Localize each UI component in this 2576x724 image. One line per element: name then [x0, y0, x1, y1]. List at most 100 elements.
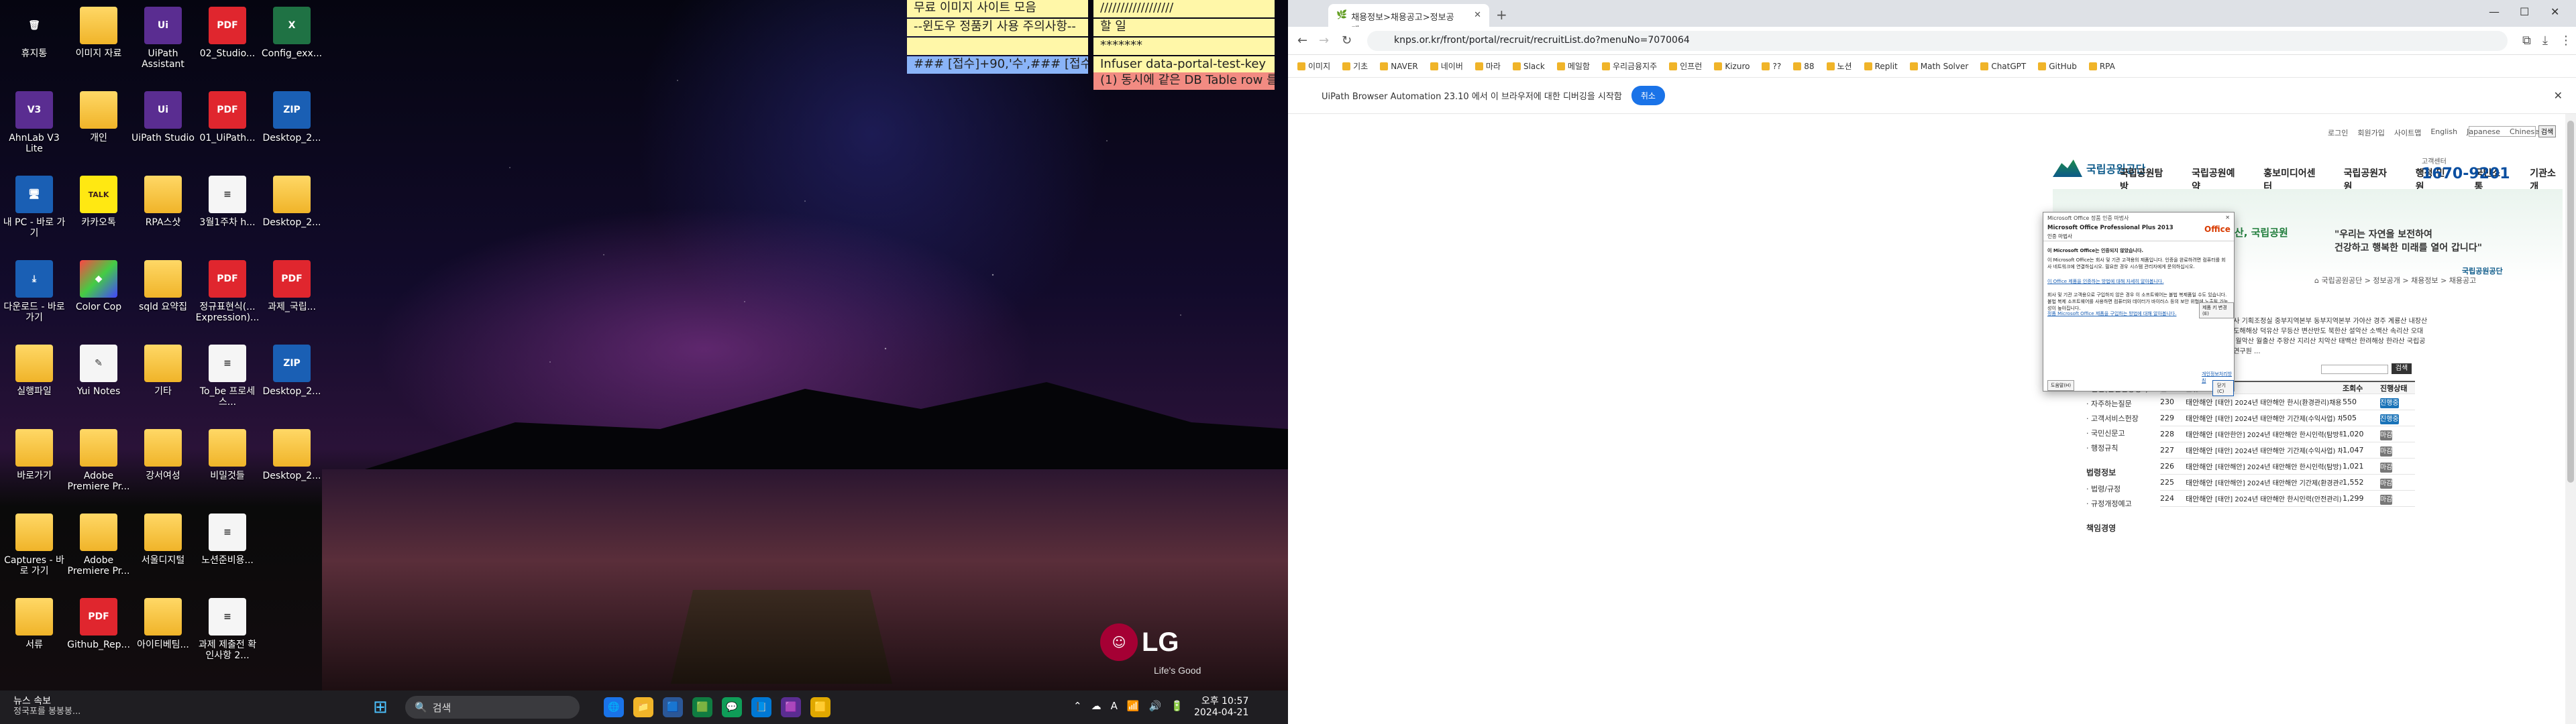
bookmark-item[interactable]: 우리금융지주 [1601, 60, 1657, 72]
minimize-button[interactable]: — [2489, 5, 2500, 18]
tray-icon[interactable]: ☁ [1091, 700, 1102, 712]
desktop-icon-folder[interactable]: 강서여성 [133, 425, 193, 504]
desktop-icon-folder[interactable]: Desktop_2... [262, 172, 322, 251]
util-link[interactable]: 로그인 [2328, 127, 2348, 138]
status-badge[interactable]: 진행중 [2380, 398, 2399, 408]
desktop-icon-uipath[interactable]: Ui UiPath Assistant [133, 3, 193, 82]
news-widget[interactable]: 뉴스 속보 정국포를 봉봉봉... [13, 696, 80, 717]
taskbar-app-icon[interactable]: 🌐 [604, 697, 624, 717]
desktop-icon-pdf[interactable]: PDF 01_UiPath... [197, 87, 258, 166]
scrollbar-thumb[interactable] [2567, 121, 2574, 483]
sticky-note[interactable]: ******* [1093, 38, 1275, 55]
tab-close-icon[interactable]: ✕ [1474, 10, 1481, 21]
sticky-note[interactable]: 할 일 [1093, 19, 1275, 36]
browser-tab[interactable]: 🌿 채용정보>채용공고>정보공개... ✕ [1328, 4, 1489, 36]
org-filter-links[interactable]: 본사 기획조정실 중부지역본부 동부지역본부 가야산 경주 계룡산 내장산 다도… [2227, 316, 2428, 357]
bookmark-item[interactable]: 88 [1793, 60, 1815, 72]
site-search-input[interactable] [2469, 126, 2536, 137]
taskbar-app-icon[interactable]: 🟩 [692, 697, 712, 717]
bookmark-item[interactable]: 메일함 [1556, 60, 1590, 72]
table-cell-title[interactable]: [태안한안] 2024년 태안해안 한시인력(탐방특보)채용 공고 [2215, 429, 2343, 439]
desktop-icon-pdf[interactable]: PDF Github_Rep... [67, 594, 130, 673]
taskbar-app-icon[interactable]: 📁 [633, 697, 653, 717]
bookmark-item[interactable]: Replit [1864, 60, 1898, 72]
taskbar-app-icon[interactable]: 🟦 [663, 697, 683, 717]
sticky-note[interactable]: --윈도우 정품키 사용 주의사항-- [907, 19, 1088, 36]
table-cell-title[interactable]: [태안] 2024년 태안해안 한시인력(안전관리) 채용 공고 [2215, 493, 2343, 503]
table-cell-title[interactable]: [태안해안] 2024년 태안해안 한시인력(탐방) 채용 공고 [2215, 461, 2343, 471]
desktop-icon-pc[interactable]: 🖥 내 PC - 바로 가기 [3, 172, 65, 251]
desktop-icon-doc[interactable]: ≡ 과제 제출전 확인사항 2... [197, 594, 258, 673]
infobar-close-icon[interactable]: ✕ [2554, 89, 2563, 102]
table-row[interactable]: 227 태안해안[태안] 2024년 태안해안 기간제(수익사업) 채용 공고1,… [2160, 442, 2415, 459]
desktop-icon-folder[interactable]: 비밀것들 [197, 425, 258, 504]
util-link[interactable]: 사이트맵 [2394, 127, 2421, 138]
sticky-note[interactable]: ### [접수]+90,'수',### [접수]+80 [907, 56, 1088, 74]
table-cell-title[interactable]: [태안] 2024년 태안해안 한시(환경관리)채용 공고 [2215, 397, 2343, 407]
bookmark-item[interactable]: 기초 [1342, 60, 1368, 72]
util-link[interactable]: English [2430, 127, 2457, 138]
desktop-icon-folder[interactable]: Adobe Premiere Pr... [68, 509, 129, 589]
clock[interactable]: 오후 10:57 2024-04-21 [1194, 696, 1248, 719]
tray-icon[interactable]: A [1111, 700, 1118, 712]
bookmark-item[interactable]: 이미지 [1297, 60, 1330, 72]
status-badge[interactable]: 마감 [2380, 495, 2393, 505]
forward-icon[interactable]: → [1319, 34, 1329, 48]
dialog-close-button[interactable]: 닫기(C) [2212, 380, 2234, 396]
close-window-button[interactable]: ✕ [2551, 5, 2559, 18]
taskbar-search[interactable]: 🔍 검색 [405, 696, 580, 719]
desktop-icon-folder[interactable]: 기타 [133, 341, 193, 420]
desktop-icon-doc[interactable]: ≡ 노션준비용... [197, 509, 258, 589]
desktop-icon-folder[interactable]: 이미지 자료 [68, 3, 129, 82]
dialog-link-activate[interactable]: 이 Office 제품을 인증하는 방법에 대해 자세히 알아봅니다. [2047, 278, 2230, 285]
desktop-icon-app[interactable]: V3 AhnLab V3 Lite [4, 87, 64, 166]
dialog-close-icon[interactable]: ✕ [2225, 215, 2230, 221]
desktop-icon-pdf[interactable]: PDF 02_Studio... [197, 3, 258, 82]
desktop-icon-folder[interactable]: Captures - 바로 가기 [4, 509, 64, 589]
tray-icon[interactable]: 🔋 [1171, 700, 1183, 712]
bookmark-item[interactable]: Math Solver [1909, 60, 1968, 72]
desktop-icon-notes[interactable]: ✎ Yui Notes [68, 341, 129, 420]
side-menu-item[interactable]: · 법령/규정 [2086, 482, 2151, 497]
desktop-icon-zip[interactable]: ZIP Desktop_2... [262, 87, 322, 166]
sticky-note[interactable] [907, 38, 1088, 55]
extensions-icon[interactable]: ⧉ [2522, 34, 2531, 48]
desktop-icon-folder[interactable]: 바로가기 [4, 425, 64, 504]
help-button[interactable]: 도움말(H) [2047, 380, 2075, 391]
desktop-icon-pdf[interactable]: PDF 정규표현식(... Expression)... [196, 256, 259, 335]
change-key-button[interactable]: 제품 키 변경(E) [2199, 302, 2234, 318]
tray-icon[interactable]: ⌃ [1073, 700, 1082, 712]
sticky-note[interactable]: Infuser data-portal-test-key [1093, 56, 1275, 74]
menu-icon[interactable]: ⋮ [2560, 34, 2572, 48]
taskbar-app-icon[interactable]: 📘 [751, 697, 771, 717]
desktop-icon-folder[interactable]: RPA스샷 [133, 172, 193, 251]
bookmark-item[interactable]: Slack [1512, 60, 1545, 72]
status-badge[interactable]: 진행중 [2380, 414, 2399, 424]
status-badge[interactable]: 마감 [2380, 446, 2393, 457]
desktop-icon-doc[interactable]: ≡ To_be 프로세스... [197, 341, 258, 420]
side-menu-item[interactable]: · 행정규칙 [2086, 441, 2151, 456]
bookmark-item[interactable]: ?? [1762, 60, 1781, 72]
desktop-icon-folder[interactable]: Desktop_2... [262, 425, 322, 504]
start-button[interactable]: ⊞ [373, 699, 390, 716]
new-tab-button[interactable]: + [1496, 7, 1507, 23]
taskbar-app-icon[interactable]: 🟪 [781, 697, 801, 717]
infobar-cancel-button[interactable]: 취소 [1631, 86, 1665, 105]
desktop-icon-trash[interactable]: 🗑 휴지통 [4, 3, 64, 82]
table-row[interactable]: 230 태안해안 [태안] 2024년 태안해안 한시(환경관리)채용 공고 550 진… [2160, 394, 2415, 410]
desktop-icon-doc[interactable]: ≡ 3월1주차 h... [197, 172, 258, 251]
bookmark-item[interactable]: ChatGPT [1980, 60, 2026, 72]
list-search-input[interactable] [2321, 365, 2388, 374]
desktop-icon-folder[interactable]: 서류 [4, 594, 64, 673]
status-badge[interactable]: 마감 [2380, 430, 2393, 440]
table-row[interactable]: 226 태안해안[태안해안] 2024년 태안해안 한시인력(탐방) 채용 공고1… [2160, 459, 2415, 475]
bookmark-item[interactable]: Kizuro [1714, 60, 1750, 72]
sticky-note[interactable]: 무료 이미지 사이트 모음 [907, 0, 1088, 17]
desktop-icon-folder[interactable]: 아이티베팀... [133, 594, 193, 673]
page-scrollbar[interactable] [2565, 114, 2576, 724]
desktop-icon-folder[interactable]: sqld 요약집 [133, 256, 193, 335]
desktop-icon-folder[interactable]: 개인 [68, 87, 129, 166]
side-menu-item[interactable]: · 규정개정예고 [2086, 497, 2151, 511]
tray-icon[interactable]: 🔊 [1149, 700, 1162, 712]
status-badge[interactable]: 마감 [2380, 479, 2393, 489]
